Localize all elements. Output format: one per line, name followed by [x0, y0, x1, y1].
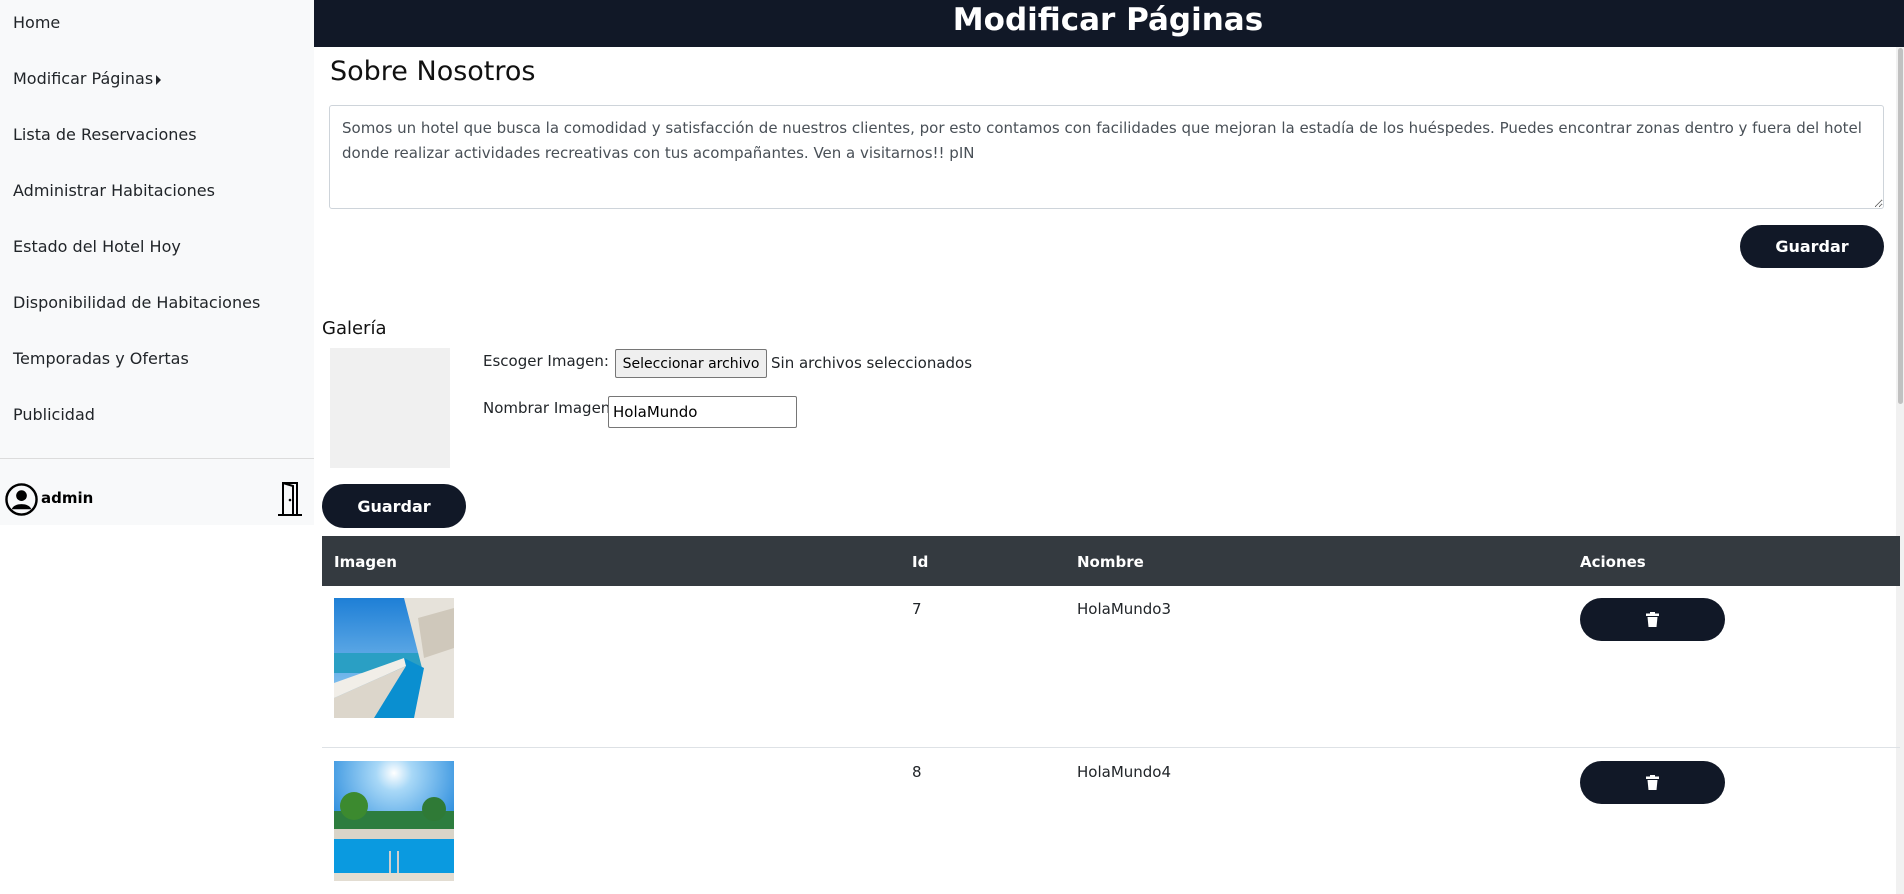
name-image-label: Nombrar Imagen: — [483, 399, 616, 417]
row-id: 7 — [912, 600, 922, 618]
scrollbar-thumb[interactable] — [1898, 48, 1903, 404]
delete-button[interactable] — [1580, 598, 1725, 641]
user-area: admin — [0, 459, 314, 525]
sidebar-item-label: Home — [13, 13, 61, 32]
about-title: Sobre Nosotros — [330, 56, 536, 87]
table-header: Imagen Id Nombre Aciones — [322, 536, 1900, 586]
sidebar-item-disponibilidad[interactable]: Disponibilidad de Habitaciones — [13, 293, 260, 312]
row-name: HolaMundo3 — [1077, 600, 1172, 618]
sidebar: Home Modificar Páginas Lista de Reservac… — [0, 0, 314, 525]
sidebar-item-temporadas[interactable]: Temporadas y Ofertas — [13, 349, 189, 368]
save-about-button[interactable]: Guardar — [1740, 225, 1884, 268]
trash-icon — [1646, 612, 1659, 627]
user-circle-icon[interactable] — [5, 483, 38, 516]
gallery-title: Galería — [322, 318, 387, 339]
col-header-actions: Aciones — [1580, 553, 1646, 571]
sidebar-item-lista-reservaciones[interactable]: Lista de Reservaciones — [13, 125, 197, 144]
table-row: 7 HolaMundo3 — [322, 586, 1900, 748]
top-bar: Modificar Páginas — [314, 0, 1904, 47]
choose-image-label: Escoger Imagen: — [483, 352, 609, 370]
sidebar-item-modificar-paginas[interactable]: Modificar Páginas — [13, 69, 162, 88]
sidebar-item-label: Publicidad — [13, 405, 95, 424]
caret-right-icon — [156, 75, 162, 85]
save-gallery-button[interactable]: Guardar — [322, 484, 466, 528]
row-name: HolaMundo4 — [1077, 763, 1172, 781]
sidebar-item-publicidad[interactable]: Publicidad — [13, 405, 95, 424]
sidebar-item-label: Estado del Hotel Hoy — [13, 237, 181, 256]
gallery-thumbnail — [334, 761, 454, 881]
sidebar-item-label: Disponibilidad de Habitaciones — [13, 293, 261, 312]
about-textarea[interactable]: Somos un hotel que busca la comodidad y … — [329, 105, 1884, 209]
file-select-button[interactable]: Seleccionar archivo — [615, 349, 767, 378]
file-status: Sin archivos seleccionados — [771, 354, 973, 372]
sidebar-item-label: Administrar Habitaciones — [13, 181, 215, 200]
username: admin — [41, 489, 94, 507]
row-id: 8 — [912, 763, 922, 781]
delete-button[interactable] — [1580, 761, 1725, 804]
sidebar-item-administrar-habitaciones[interactable]: Administrar Habitaciones — [13, 181, 215, 200]
col-header-id: Id — [912, 553, 929, 571]
sidebar-item-label: Modificar Páginas — [13, 69, 154, 88]
table-row: 8 HolaMundo4 — [322, 748, 1900, 894]
image-name-input[interactable] — [608, 396, 797, 428]
door-icon[interactable] — [276, 481, 304, 517]
gallery-thumbnail — [334, 598, 454, 718]
col-header-name: Nombre — [1077, 553, 1144, 571]
sidebar-item-home[interactable]: Home — [13, 13, 60, 32]
sidebar-item-label: Lista de Reservaciones — [13, 125, 197, 144]
image-preview — [330, 348, 450, 468]
trash-icon — [1646, 775, 1659, 790]
sidebar-item-label: Temporadas y Ofertas — [13, 349, 189, 368]
page-title: Modificar Páginas — [952, 2, 1264, 38]
sidebar-item-estado-hotel[interactable]: Estado del Hotel Hoy — [13, 237, 181, 256]
col-header-image: Imagen — [334, 553, 397, 571]
